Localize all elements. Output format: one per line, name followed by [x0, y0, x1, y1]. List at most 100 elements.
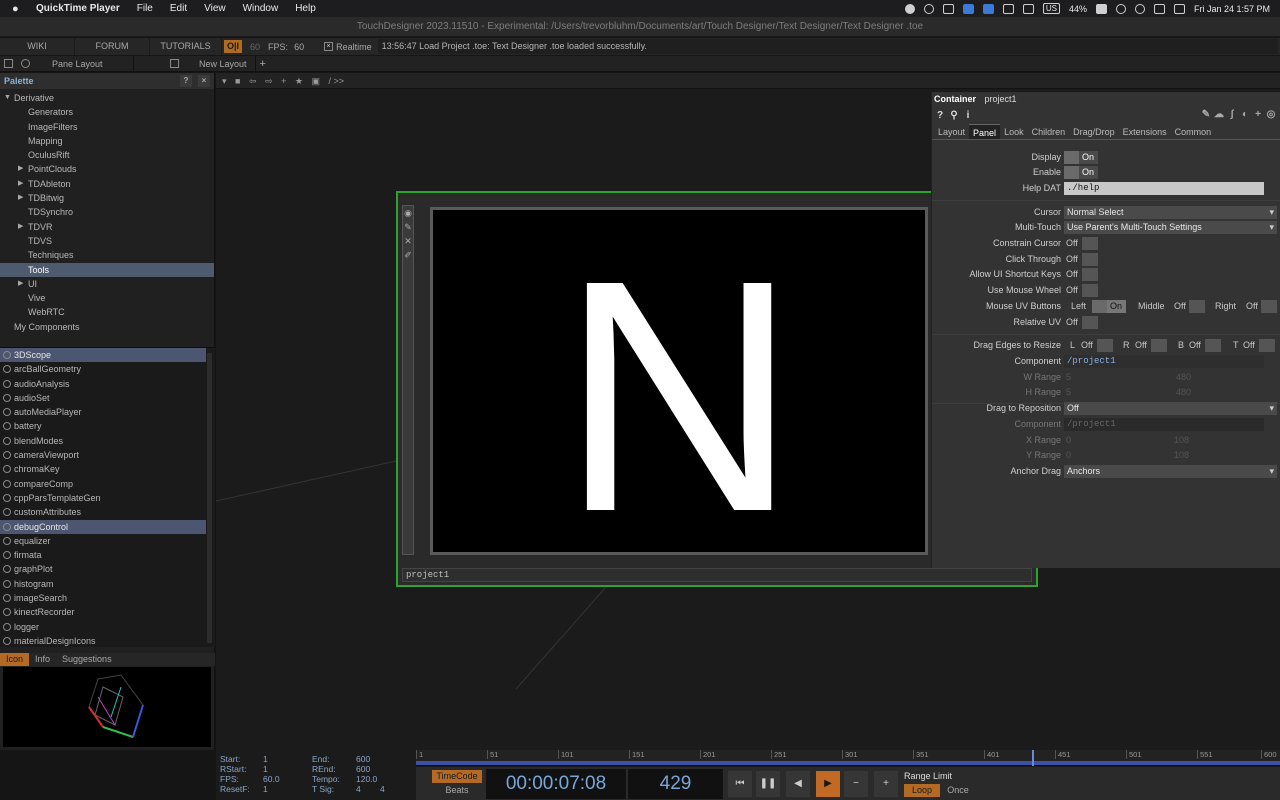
uv-middle-toggle[interactable]: Off	[1172, 300, 1186, 313]
yrange-max[interactable]: 108	[1174, 450, 1189, 460]
pause-button[interactable]: ❚❚	[756, 771, 780, 797]
back-icon[interactable]: ⇦	[249, 76, 257, 86]
node-viewer[interactable]: N	[430, 207, 928, 580]
star-icon[interactable]: ★	[295, 76, 303, 86]
pane-layout-button[interactable]: Pane Layout	[34, 55, 134, 72]
cursor-menu[interactable]: Normal Select	[1064, 206, 1277, 219]
tab-icon[interactable]: Icon	[0, 653, 30, 666]
xrange-max[interactable]: 108	[1174, 435, 1189, 445]
battery-percent[interactable]: 44%	[1069, 4, 1087, 14]
record-icon[interactable]	[904, 3, 915, 14]
component-field[interactable]: /project1	[1064, 355, 1264, 368]
menu-edit[interactable]: Edit	[170, 3, 187, 14]
hrange-min[interactable]: 5	[1066, 387, 1071, 397]
node-name-label[interactable]: project1	[402, 568, 1032, 582]
edge-l-toggle[interactable]: Off	[1079, 339, 1093, 352]
palette-tree-item[interactable]: ▶ PointClouds	[0, 162, 214, 176]
palette-tree-item[interactable]: ▶ TDAbleton	[0, 177, 214, 191]
menu-arrow-icon[interactable]: ▾	[222, 76, 227, 86]
tab-panel[interactable]: Panel	[969, 124, 1001, 139]
palette-tree-item[interactable]: ▼ Derivative	[0, 91, 214, 105]
component-list-item[interactable]: compareComp	[0, 477, 206, 491]
tutorials-button[interactable]: TUTORIALS	[150, 38, 222, 55]
menu-app-name[interactable]: QuickTime Player	[36, 3, 120, 14]
palette-tree-item[interactable]: TDVS	[0, 234, 214, 248]
constrain-toggle[interactable]: Off	[1064, 237, 1078, 250]
component-list-item[interactable]: logger	[0, 620, 206, 634]
pin-icon[interactable]	[21, 59, 30, 68]
shortcut-toggle[interactable]: Off	[1064, 268, 1078, 281]
menu-file[interactable]: File	[137, 3, 153, 14]
menu-view[interactable]: View	[204, 3, 226, 14]
notes-icon[interactable]	[962, 3, 974, 14]
edge-t-box[interactable]	[1259, 339, 1275, 352]
edge-b-toggle[interactable]: Off	[1187, 339, 1201, 352]
hrange-max[interactable]: 480	[1176, 387, 1191, 397]
start-value[interactable]: 1	[263, 754, 268, 764]
tab-common[interactable]: Common	[1171, 124, 1216, 139]
uv-right-toggle[interactable]: Off	[1244, 300, 1258, 313]
info-icon[interactable]: i	[963, 110, 973, 121]
constrain-box[interactable]	[1082, 237, 1098, 250]
palette-tree-item[interactable]: Mapping	[0, 134, 214, 148]
palette-tree-item[interactable]: OculusRift	[0, 148, 214, 162]
close-icon[interactable]: ×	[198, 75, 210, 87]
tab-layout[interactable]: Layout	[934, 124, 969, 139]
step-plus-button[interactable]: +	[874, 771, 898, 797]
component-list-item[interactable]: autoMediaPlayer	[0, 405, 206, 419]
wheel-toggle[interactable]: Off	[1064, 284, 1078, 297]
help-icon[interactable]: ?	[935, 110, 945, 121]
palette-tree-item[interactable]: ImageFilters	[0, 120, 214, 134]
tab-suggestions[interactable]: Suggestions	[56, 653, 118, 666]
add-layout-icon[interactable]: +	[260, 58, 266, 70]
palette-tree-item[interactable]: ▶ UI	[0, 277, 214, 291]
playhead[interactable]	[1032, 750, 1034, 766]
edit-icon[interactable]: ✎	[1201, 109, 1211, 120]
edge-t-toggle[interactable]: Off	[1241, 339, 1255, 352]
menu-help[interactable]: Help	[295, 3, 316, 14]
op-name[interactable]: project1	[985, 94, 1017, 104]
component-list-item[interactable]: battery	[0, 419, 206, 433]
expand-right-icon[interactable]: ▶	[18, 177, 23, 191]
tsig-den[interactable]: 4	[380, 784, 385, 794]
step-minus-button[interactable]: −	[844, 771, 868, 797]
wrange-min[interactable]: 5	[1066, 372, 1071, 382]
wiki-button[interactable]: WIKI	[0, 38, 75, 55]
palette-tree-item[interactable]: ▶ TDBitwig	[0, 191, 214, 205]
oi-button[interactable]: O|I	[224, 40, 243, 53]
end-value[interactable]: 600	[356, 754, 370, 764]
palette-tree-item[interactable]: WebRTC	[0, 305, 214, 319]
dragrepos-menu[interactable]: Off	[1064, 402, 1277, 415]
frame-display[interactable]: 429	[628, 769, 723, 799]
expand-right-icon[interactable]: ▶	[18, 191, 23, 205]
home-icon[interactable]: +	[281, 76, 286, 86]
tab-children[interactable]: Children	[1028, 124, 1070, 139]
range-bar[interactable]	[416, 761, 1280, 765]
network-path[interactable]: / >>	[329, 76, 345, 86]
expand-right-icon[interactable]: ▶	[18, 162, 23, 176]
component-list-item[interactable]: audioAnalysis	[0, 377, 206, 391]
expand-right-icon[interactable]: ▶	[18, 277, 23, 291]
clickthrough-box[interactable]	[1082, 253, 1098, 266]
edge-l-box[interactable]	[1097, 339, 1113, 352]
fps-stat-value[interactable]: 60.0	[263, 774, 280, 784]
loop-button[interactable]: Loop	[904, 784, 940, 797]
menu-window[interactable]: Window	[243, 3, 279, 14]
wrange-max[interactable]: 480	[1176, 372, 1191, 382]
reluv-toggle[interactable]: Off	[1064, 316, 1078, 329]
expand-right-icon[interactable]: ▶	[18, 220, 23, 234]
realtime-checkbox[interactable]: ×	[324, 42, 334, 51]
python-icon[interactable]: ◐	[1240, 109, 1250, 120]
component-list-item[interactable]: cppParsTemplateGen	[0, 491, 206, 505]
help-icon[interactable]: ?	[180, 75, 192, 87]
resetf-value[interactable]: 1	[263, 784, 268, 794]
palette-tree-item[interactable]: TDSynchro	[0, 205, 214, 219]
once-button[interactable]: Once	[940, 784, 976, 797]
comment-icon[interactable]: ☁	[1214, 109, 1224, 120]
tempo-value[interactable]: 120.0	[356, 774, 377, 784]
uv-left-toggle[interactable]: On	[1092, 300, 1126, 313]
edge-r-box[interactable]	[1151, 339, 1167, 352]
palette-tree-item[interactable]: My Components	[0, 320, 214, 334]
component-list-item[interactable]: chromaKey	[0, 462, 206, 476]
app-status-icon[interactable]	[982, 3, 994, 14]
